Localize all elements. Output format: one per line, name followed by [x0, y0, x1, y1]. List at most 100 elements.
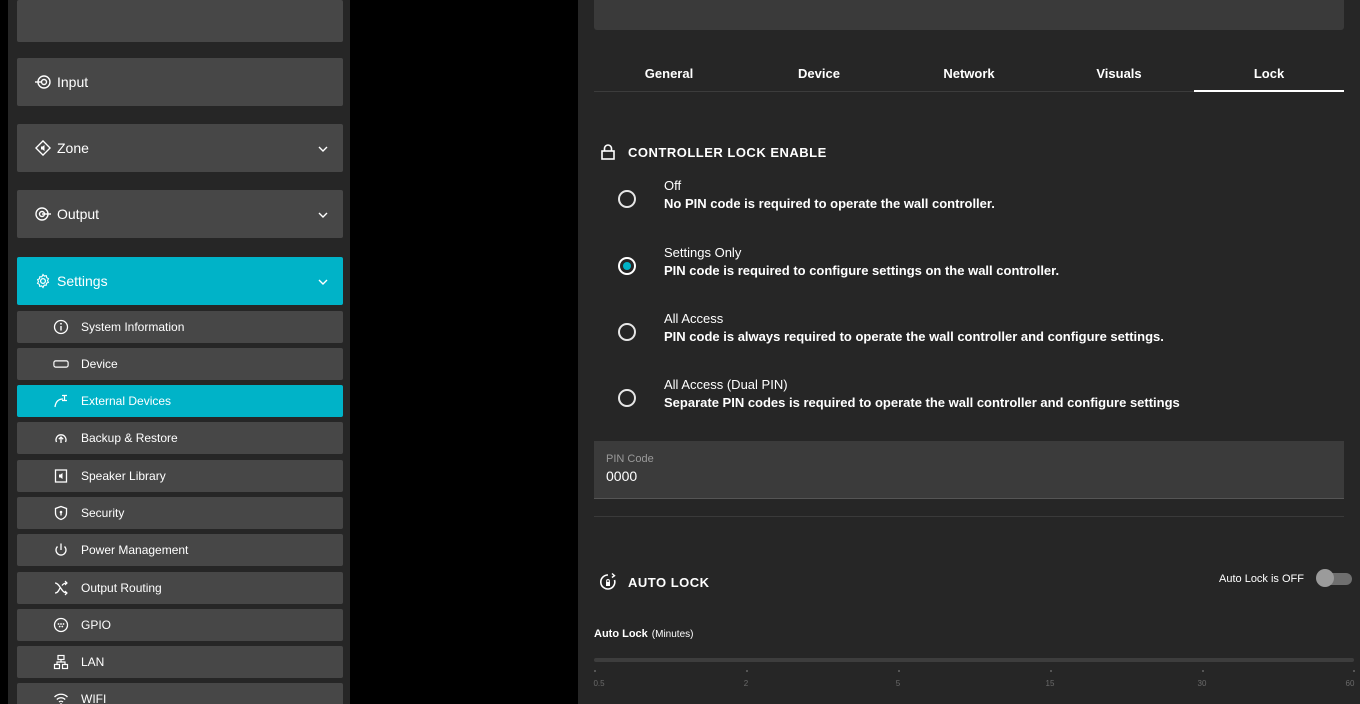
- slider-tick: [594, 670, 596, 672]
- auto-lock-title: AUTO LOCK: [628, 574, 710, 590]
- sidebar-item-device[interactable]: Device: [17, 348, 343, 380]
- option-title: Settings Only: [664, 245, 742, 260]
- auto-lock-icon: [598, 572, 618, 592]
- sidebar-group-input[interactable]: Input: [17, 58, 343, 106]
- sidebar-item-security[interactable]: Security: [17, 497, 343, 529]
- controller-lock-heading: CONTROLLER LOCK ENABLE: [598, 142, 827, 162]
- tab-bar: General Device Network Visuals Lock: [594, 56, 1344, 92]
- sidebar-item-system-information[interactable]: System Information: [17, 311, 343, 343]
- sidebar-item-label: Power Management: [81, 543, 189, 557]
- sidebar-item-speaker-library[interactable]: Speaker Library: [17, 460, 343, 492]
- auto-lock-status: Auto Lock is OFF: [1219, 573, 1304, 585]
- section-divider: [594, 516, 1344, 517]
- input-icon: [35, 74, 51, 90]
- auto-lock-heading: AUTO LOCK: [598, 572, 710, 592]
- sidebar-group-label: Settings: [57, 273, 108, 289]
- slider-tick-label: 60: [1345, 679, 1355, 688]
- sidebar-item-label: Speaker Library: [81, 469, 166, 483]
- option-title: All Access (Dual PIN): [664, 377, 788, 392]
- tab-visuals[interactable]: Visuals: [1044, 56, 1194, 91]
- auto-lock-slider[interactable]: [594, 658, 1354, 662]
- chevron-down-icon: [317, 208, 329, 220]
- sidebar-top-item[interactable]: [17, 0, 343, 42]
- radio-all-access-dual-pin[interactable]: [618, 389, 636, 407]
- tab-lock[interactable]: Lock: [1194, 56, 1344, 92]
- controller-lock-title: CONTROLLER LOCK ENABLE: [628, 144, 827, 160]
- tab-general[interactable]: General: [594, 56, 744, 91]
- radio-off[interactable]: [618, 190, 636, 208]
- slider-tick: [1050, 670, 1052, 672]
- backup-icon: [53, 430, 69, 446]
- pin-code-value[interactable]: 0000: [606, 468, 1344, 484]
- main-panel: General Device Network Visuals Lock CONT…: [578, 0, 1360, 704]
- slider-tick-label: 5: [895, 679, 901, 688]
- option-title: All Access: [664, 311, 724, 326]
- sidebar-item-gpio[interactable]: GPIO: [17, 609, 343, 641]
- tab-network[interactable]: Network: [894, 56, 1044, 91]
- lan-icon: [53, 654, 69, 670]
- slider-tick: [898, 670, 900, 672]
- slider-unit: (Minutes): [651, 629, 694, 640]
- auto-lock-slider-label: Auto Lock (Minutes): [594, 628, 693, 640]
- sidebar-item-label: WIFI: [81, 692, 107, 704]
- sidebar-item-output-routing[interactable]: Output Routing: [17, 572, 343, 604]
- sidebar: Input Zone Output Settings System Inform…: [8, 0, 350, 704]
- slider-tick-label: 0.5: [593, 679, 605, 688]
- sidebar-item-label: GPIO: [81, 618, 112, 632]
- option-description: PIN code is required to configure settin…: [664, 263, 1060, 278]
- toggle-knob: [1316, 569, 1334, 587]
- option-description: No PIN code is required to operate the w…: [664, 196, 995, 211]
- slider-tick-label: 2: [743, 679, 749, 688]
- slider-tick: [1202, 670, 1204, 672]
- auto-lock-toggle[interactable]: [1316, 569, 1352, 587]
- option-title: Off: [664, 178, 682, 193]
- sidebar-item-label: Security: [81, 506, 125, 520]
- slider-label-text: Auto Lock: [594, 628, 648, 640]
- slider-tick-label: 15: [1045, 679, 1055, 688]
- sidebar-group-label: Output: [57, 206, 100, 222]
- sidebar-group-settings[interactable]: Settings: [17, 257, 343, 305]
- routing-icon: [53, 580, 69, 596]
- wifi-icon: [53, 691, 69, 704]
- chevron-down-icon: [317, 142, 329, 154]
- sidebar-group-label: Zone: [57, 140, 89, 156]
- settings-icon: [35, 273, 51, 289]
- sidebar-group-output[interactable]: Output: [17, 190, 343, 238]
- slider-tick-label: 30: [1197, 679, 1207, 688]
- lock-option-settings-only[interactable]: Settings Only PIN code is required to co…: [618, 245, 1059, 280]
- radio-all-access[interactable]: [618, 323, 636, 341]
- slider-tick: [746, 670, 748, 672]
- option-description: PIN code is always required to operate t…: [664, 329, 1164, 344]
- sidebar-item-external-devices[interactable]: External Devices: [17, 385, 343, 417]
- sidebar-item-label: Backup & Restore: [81, 431, 178, 445]
- lock-option-all-access-dual-pin[interactable]: All Access (Dual PIN) Separate PIN codes…: [618, 377, 1180, 412]
- lock-option-off[interactable]: Off No PIN code is required to operate t…: [618, 178, 995, 213]
- lock-icon: [598, 142, 618, 162]
- sidebar-item-backup-restore[interactable]: Backup & Restore: [17, 422, 343, 454]
- sidebar-item-label: Output Routing: [81, 581, 162, 595]
- sidebar-group-zone[interactable]: Zone: [17, 124, 343, 172]
- info-icon: [53, 319, 69, 335]
- sidebar-item-lan[interactable]: LAN: [17, 646, 343, 678]
- pin-code-label: PIN Code: [606, 453, 654, 465]
- radio-settings-only[interactable]: [618, 257, 636, 275]
- tab-device[interactable]: Device: [744, 56, 894, 91]
- top-bar: [594, 0, 1344, 30]
- sidebar-item-label: System Information: [81, 320, 185, 334]
- sidebar-item-label: LAN: [81, 655, 105, 669]
- gpio-icon: [53, 617, 69, 633]
- sidebar-item-wifi[interactable]: WIFI: [17, 683, 343, 704]
- speaker-library-icon: [53, 468, 69, 484]
- shield-icon: [53, 505, 69, 521]
- option-description: Separate PIN codes is required to operat…: [664, 395, 1180, 410]
- pin-code-field[interactable]: PIN Code 0000: [594, 441, 1344, 499]
- device-icon: [53, 356, 69, 372]
- chevron-down-icon: [317, 275, 329, 287]
- sidebar-group-label: Input: [57, 74, 89, 90]
- sidebar-item-power-management[interactable]: Power Management: [17, 534, 343, 566]
- power-icon: [53, 542, 69, 558]
- lock-option-all-access[interactable]: All Access PIN code is always required t…: [618, 311, 1164, 346]
- sidebar-item-label: External Devices: [81, 394, 172, 408]
- sidebar-item-label: Device: [81, 357, 118, 371]
- output-icon: [35, 206, 51, 222]
